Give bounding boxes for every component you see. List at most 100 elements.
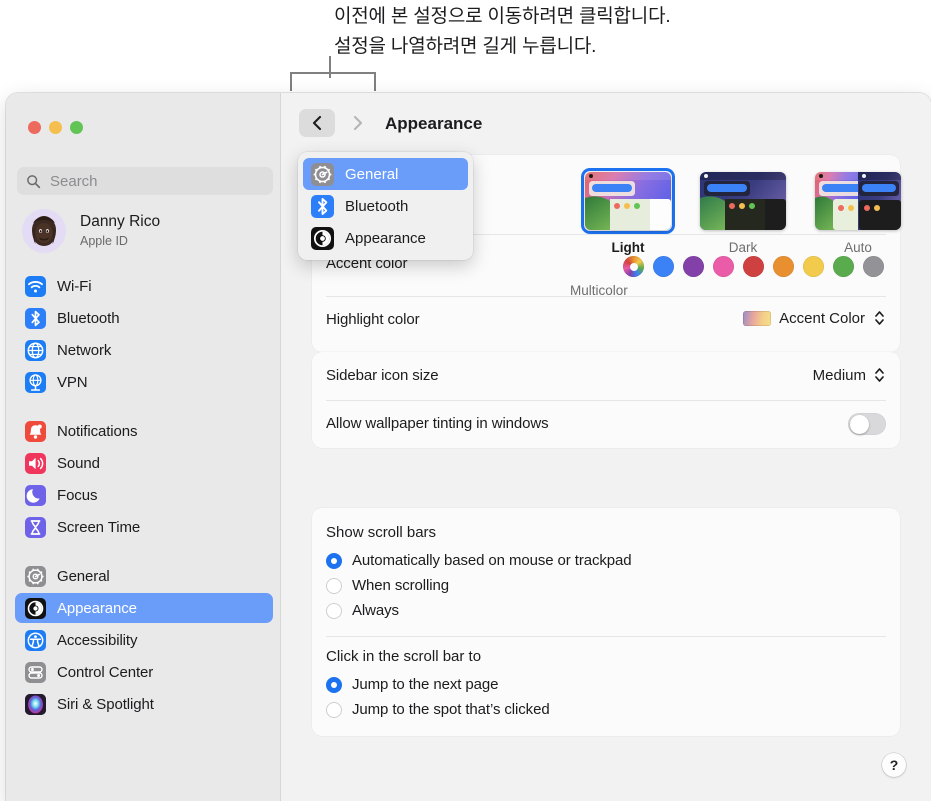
bell-icon [25, 420, 46, 442]
accessibility-icon [25, 629, 46, 651]
sidebar-item-label: Siri & Spotlight [57, 695, 154, 713]
nav-group-separator [15, 544, 273, 561]
divider [326, 636, 886, 637]
radio-button[interactable] [326, 552, 342, 569]
click-scrollbar-option-0[interactable]: Jump to the next page [326, 672, 550, 697]
sidebar: Search Danny Rico Apple ID Wi-Fi Bluetoo… [6, 93, 281, 801]
show-scrollbars-title: Show scroll bars [326, 524, 437, 541]
bluetooth-icon [311, 194, 334, 218]
radio-button[interactable] [326, 602, 342, 619]
dropdown-item-general[interactable]: General [303, 158, 468, 190]
toggle-knob [849, 414, 869, 434]
sidebar-item-screen-time[interactable]: Screen Time [15, 512, 273, 542]
accent-swatch-green[interactable] [833, 256, 854, 277]
sidebar-item-network[interactable]: Network [15, 335, 273, 365]
accent-swatch-pink[interactable] [713, 256, 734, 277]
content-pane: Appearance General Bluetooth Appearance Li… [281, 93, 931, 801]
chevron-updown-icon [875, 311, 884, 325]
sidebar-item-bluetooth[interactable]: Bluetooth [15, 303, 273, 333]
show-scrollbars-option-2[interactable]: Always [326, 598, 631, 623]
radio-button[interactable] [326, 577, 342, 594]
forward-button[interactable] [343, 109, 373, 137]
highlight-color-label: Highlight color [326, 311, 420, 328]
wallpaper-tinting-toggle[interactable] [848, 413, 886, 435]
moon-icon [25, 484, 46, 506]
radio-label: Jump to the spot that’s clicked [352, 701, 550, 718]
sidebar-item-control-center[interactable]: Control Center [15, 657, 273, 687]
radio-button[interactable] [326, 676, 342, 693]
sidebar-icon-size-label: Sidebar icon size [326, 367, 439, 384]
sidebar-item-focus[interactable]: Focus [15, 480, 273, 510]
sidebar-item-siri-spotlight[interactable]: Siri & Spotlight [15, 689, 273, 719]
accent-swatch-red[interactable] [743, 256, 764, 277]
search-icon [27, 174, 41, 188]
minimize-button[interactable] [49, 121, 62, 134]
accent-swatch-graphite[interactable] [863, 256, 884, 277]
sidebar-item-label: Screen Time [57, 518, 141, 536]
sidebar-item-general[interactable]: General [15, 561, 273, 591]
radio-label: Automatically based on mouse or trackpad [352, 552, 632, 569]
dropdown-item-bluetooth[interactable]: Bluetooth [303, 190, 468, 222]
back-button[interactable] [299, 109, 335, 137]
highlight-color-value: Accent Color [779, 309, 865, 327]
sidebar-item-label: Control Center [57, 663, 154, 681]
sidebar-item-label: Sound [57, 454, 100, 472]
history-dropdown-menu: General Bluetooth Appearance [298, 152, 473, 260]
dropdown-item-label: General [345, 165, 399, 183]
sidebar-item-label: Bluetooth [57, 309, 120, 327]
accent-swatch-orange[interactable] [773, 256, 794, 277]
sidebar-item-appearance[interactable]: Appearance [15, 593, 273, 623]
avatar [22, 209, 66, 253]
sidebar-item-notifications[interactable]: Notifications [15, 416, 273, 446]
sidebar-item-label: Appearance [57, 599, 137, 617]
sidebar-item-label: Focus [57, 486, 98, 504]
sidebar-icon-size-popup[interactable]: Medium [813, 365, 886, 385]
speaker-icon [25, 452, 46, 474]
highlight-gradient-swatch [743, 310, 772, 326]
close-button[interactable] [28, 121, 41, 134]
wifi-icon [25, 275, 46, 297]
show-scrollbars-option-1[interactable]: When scrolling [326, 573, 631, 598]
zoom-button[interactable] [70, 121, 83, 134]
radio-label: Jump to the next page [352, 676, 499, 693]
sidebar-item-vpn[interactable]: VPN [15, 367, 273, 397]
accent-swatches [623, 256, 884, 277]
appearance-icon [25, 597, 46, 619]
traffic-lights [28, 121, 83, 134]
sidebar-item-label: Wi-Fi [57, 277, 92, 295]
highlight-color-popup[interactable]: Accent Color [743, 308, 886, 328]
thumbnail-image [700, 172, 786, 230]
sidebar-item-label: Network [57, 341, 112, 359]
accent-swatch-multicolor[interactable] [623, 256, 644, 277]
accent-swatch-blue[interactable] [653, 256, 674, 277]
radio-button[interactable] [326, 701, 342, 718]
control-center-icon [25, 661, 46, 683]
show-scrollbars-radio-group: Automatically based on mouse or trackpad… [326, 548, 632, 623]
sidebar-item-label: Notifications [57, 422, 138, 440]
search-input[interactable]: Search [17, 167, 273, 195]
sidebar-item-label: VPN [57, 373, 88, 391]
vpn-icon [25, 371, 46, 393]
help-button[interactable]: ? [882, 753, 906, 777]
dropdown-item-appearance[interactable]: Appearance [303, 222, 468, 254]
sidebar-item-label: General [57, 567, 110, 585]
radio-label: When scrolling [352, 577, 449, 594]
search-placeholder: Search [50, 172, 98, 190]
dropdown-item-label: Bluetooth [345, 197, 409, 215]
click-scrollbar-title: Click in the scroll bar to [326, 648, 482, 665]
sidebar-icon-size-row: Sidebar icon size Medium [312, 352, 900, 400]
sidebar-item-accessibility[interactable]: Accessibility [15, 625, 273, 655]
page-title: Appearance [385, 114, 483, 133]
accent-swatch-yellow[interactable] [803, 256, 824, 277]
accent-swatch-purple[interactable] [683, 256, 704, 277]
show-scrollbars-option-0[interactable]: Automatically based on mouse or trackpad [326, 548, 632, 573]
siri-icon [25, 693, 46, 715]
appearance-card-lower: Sidebar icon size Medium Allow wallpaper… [312, 352, 900, 448]
sidebar-item-wi-fi[interactable]: Wi-Fi [15, 271, 273, 301]
click-scrollbar-option-1[interactable]: Jump to the spot that’s clicked [326, 697, 550, 722]
toolbar: Appearance [281, 93, 931, 153]
appearance-thumb-auto [811, 168, 905, 234]
bluetooth-icon [25, 307, 46, 329]
profile-row[interactable]: Danny Rico Apple ID [22, 209, 160, 253]
sidebar-item-sound[interactable]: Sound [15, 448, 273, 478]
